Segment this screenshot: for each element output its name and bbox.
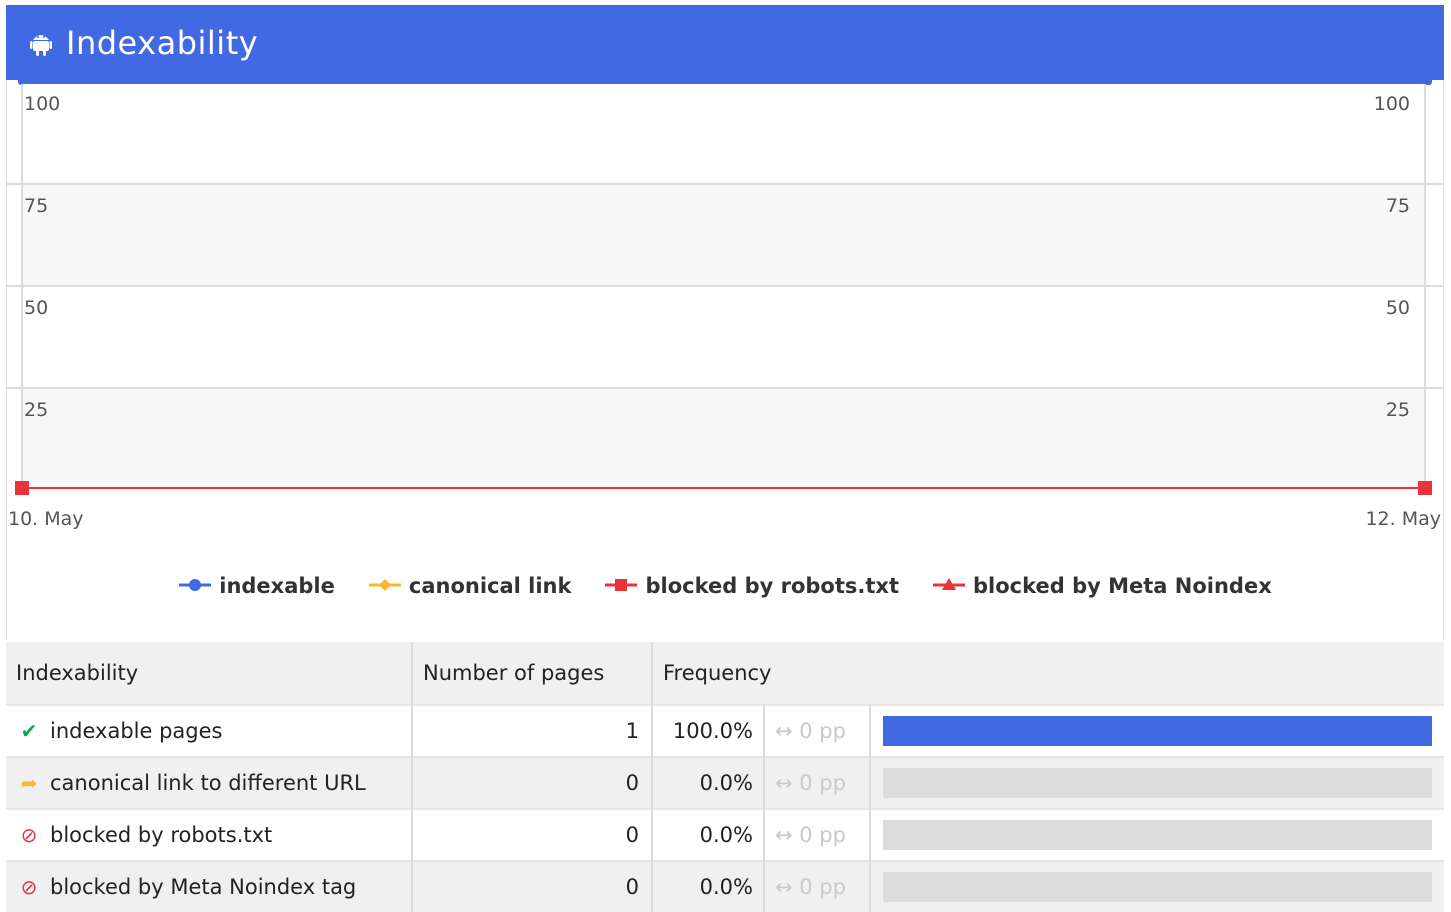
plot-band	[22, 184, 1425, 286]
frequency-change: ↔ 0 pp	[764, 808, 871, 861]
legend-symbol-icon	[179, 574, 212, 598]
chart-legend: indexable canonical link blocked by robots…	[0, 574, 1451, 598]
frequency-percent: 0.0%	[652, 860, 765, 912]
table-row[interactable]: ⊘ blocked by robots.txt 0 0.0% ↔ 0 pp	[6, 808, 1444, 861]
frequency-bar-fill	[883, 716, 1432, 746]
frequency-bar-cell	[870, 756, 1444, 809]
frequency-bar-cell	[870, 808, 1444, 861]
table-row[interactable]: ➦ canonical link to different URL 0 0.0% ↔ 0…	[6, 756, 1444, 809]
data-point-top-2[interactable]	[15, 481, 29, 495]
blocked-icon: ⊘	[20, 823, 38, 847]
y-tick-label-left: 100	[24, 93, 60, 115]
row-label-cell: ✔ indexable pages	[6, 704, 413, 757]
page-count: 0	[412, 808, 653, 861]
frequency-percent: 0.0%	[652, 808, 765, 861]
row-label: indexable pages	[50, 719, 223, 743]
row-label: blocked by Meta Noindex tag	[50, 875, 357, 899]
data-point-top-2[interactable]	[1418, 481, 1432, 495]
legend-symbol-icon	[368, 574, 401, 598]
legend-label: blocked by Meta Noindex	[972, 574, 1272, 598]
legend-label: indexable	[219, 574, 335, 598]
y-tick-label-left: 25	[24, 399, 48, 421]
frequency-change: ↔ 0 pp	[764, 704, 871, 757]
indexability-table: Indexability Number of pages Frequency ✔…	[6, 642, 1444, 912]
x-tick-label: 10. May	[8, 508, 84, 530]
frequency-bar-track	[883, 768, 1432, 798]
frequency-percent: 0.0%	[652, 756, 765, 809]
redirect-arrow-icon: ➦	[20, 771, 38, 795]
legend-label: blocked by robots.txt	[645, 574, 899, 598]
legend-item[interactable]: blocked by robots.txt	[605, 574, 899, 598]
plot-band	[22, 84, 1425, 184]
frequency-percent: 100.0%	[652, 704, 765, 757]
y-tick-label-left: 75	[24, 195, 48, 217]
column-header-frequency[interactable]: Frequency	[652, 642, 1444, 705]
y-tick-label-left: 50	[24, 297, 48, 319]
frequency-bar-cell	[870, 704, 1444, 757]
column-header-number-of-pages[interactable]: Number of pages	[412, 642, 653, 705]
indexability-line-chart: 25 25 50 50 75 75 100 100 10. May 12. May	[6, 84, 1444, 530]
legend-symbol-icon	[605, 574, 638, 598]
table-row[interactable]: ⊘ blocked by Meta Noindex tag 0 0.0% ↔ 0 pp	[6, 860, 1444, 912]
row-label-cell: ⊘ blocked by Meta Noindex tag	[6, 860, 413, 912]
column-header-indexability[interactable]: Indexability	[6, 642, 413, 705]
checkmark-icon: ✔	[20, 719, 38, 743]
y-tick-label-right: 75	[1386, 195, 1410, 217]
y-tick-label-right: 100	[1374, 93, 1410, 115]
row-label-cell: ➦ canonical link to different URL	[6, 756, 413, 809]
frequency-bar-track	[883, 872, 1432, 902]
page-count: 1	[412, 704, 653, 757]
table-row[interactable]: ✔ indexable pages 1 100.0% ↔ 0 pp	[6, 704, 1444, 757]
plot-band	[22, 388, 1425, 490]
frequency-bar-track	[883, 716, 1432, 746]
row-label: canonical link to different URL	[50, 771, 366, 795]
legend-label: canonical link	[408, 574, 572, 598]
row-label-cell: ⊘ blocked by robots.txt	[6, 808, 413, 861]
legend-item[interactable]: indexable	[179, 574, 335, 598]
page-count: 0	[412, 860, 653, 912]
blocked-icon: ⊘	[20, 875, 38, 899]
frequency-bar-track	[883, 820, 1432, 850]
table-header-row: Indexability Number of pages Frequency	[6, 642, 1444, 705]
frequency-change: ↔ 0 pp	[764, 860, 871, 912]
legend-item[interactable]: blocked by Meta Noindex	[932, 574, 1272, 598]
frequency-bar-cell	[870, 860, 1444, 912]
frequency-change: ↔ 0 pp	[764, 756, 871, 809]
y-tick-label-right: 25	[1386, 399, 1410, 421]
legend-symbol-icon	[932, 574, 965, 598]
page-count: 0	[412, 756, 653, 809]
x-tick-label: 12. May	[1365, 508, 1441, 530]
y-tick-label-right: 50	[1386, 297, 1410, 319]
plot-band	[22, 286, 1425, 388]
row-label: blocked by robots.txt	[50, 823, 273, 847]
legend-item[interactable]: canonical link	[368, 574, 572, 598]
